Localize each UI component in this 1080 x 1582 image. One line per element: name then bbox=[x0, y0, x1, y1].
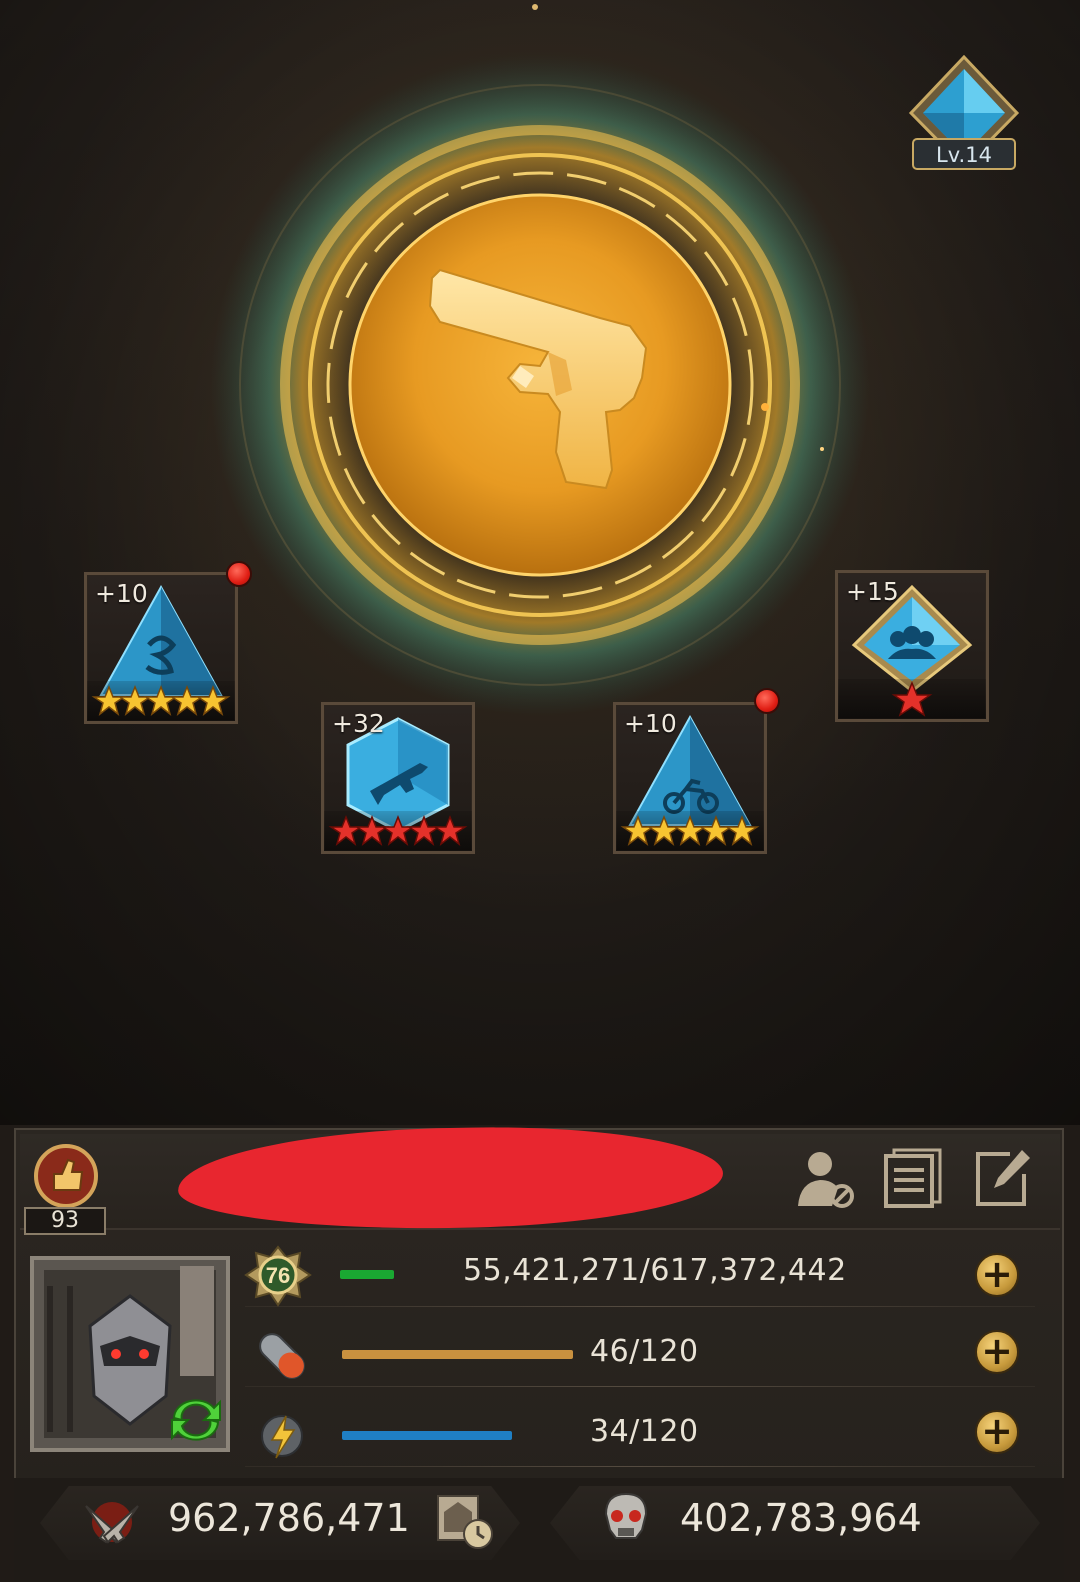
stamina-capsule-icon bbox=[252, 1326, 312, 1390]
crossed-pistols-icon bbox=[80, 1492, 144, 1556]
red-star-icon bbox=[380, 814, 416, 846]
gold-star-icon bbox=[672, 814, 708, 846]
add-stamina-button[interactable]: + bbox=[975, 1330, 1019, 1374]
star-row bbox=[838, 679, 986, 719]
row-divider bbox=[245, 1306, 1035, 1307]
slot-plus-label: +10 bbox=[624, 709, 677, 738]
gold-star-icon bbox=[724, 814, 760, 846]
gold-star-icon bbox=[620, 814, 656, 846]
star-row bbox=[324, 811, 472, 851]
red-star-icon bbox=[432, 814, 468, 846]
add-exp-button[interactable]: + bbox=[975, 1253, 1019, 1297]
notification-dot bbox=[754, 688, 780, 714]
gold-star-icon bbox=[646, 814, 682, 846]
gear-slot-2[interactable]: +32 bbox=[321, 702, 475, 854]
red-star-icon bbox=[891, 681, 933, 717]
row-divider bbox=[245, 1386, 1035, 1387]
block-user-icon[interactable] bbox=[792, 1146, 856, 1214]
spark bbox=[532, 4, 538, 10]
energy-bar bbox=[342, 1431, 512, 1440]
gear-slot-1[interactable]: +10 bbox=[84, 572, 238, 724]
slot-plus-label: +10 bbox=[95, 579, 148, 608]
list-icon[interactable] bbox=[880, 1146, 944, 1214]
slot-plus-label: +15 bbox=[846, 577, 899, 606]
gold-star-icon bbox=[169, 684, 205, 716]
stamina-bar bbox=[342, 1350, 573, 1359]
row-divider bbox=[245, 1466, 1035, 1467]
level-badge-label: Lv.14 bbox=[936, 143, 992, 167]
house-timer-icon[interactable] bbox=[432, 1488, 496, 1556]
refresh-icon[interactable] bbox=[164, 1394, 228, 1448]
gear-slot-4[interactable]: +15 bbox=[835, 570, 989, 722]
gold-star-icon bbox=[117, 684, 153, 716]
spark bbox=[820, 447, 824, 451]
gold-star-icon bbox=[698, 814, 734, 846]
like-count: 93 bbox=[24, 1207, 106, 1235]
gold-star-icon bbox=[195, 684, 231, 716]
thumbs-up-medal-icon[interactable] bbox=[26, 1140, 108, 1214]
edit-icon[interactable] bbox=[970, 1146, 1034, 1214]
notification-dot bbox=[226, 561, 252, 587]
star-row bbox=[616, 811, 764, 851]
skull-mask-icon bbox=[598, 1490, 654, 1550]
level-badge-icon: 76 bbox=[244, 1245, 312, 1313]
add-energy-button[interactable]: + bbox=[975, 1410, 1019, 1454]
slot-plus-label: +32 bbox=[332, 709, 385, 738]
resource-value-2: 402,783,964 bbox=[680, 1496, 922, 1540]
red-star-icon bbox=[406, 814, 442, 846]
level-number: 76 bbox=[266, 1263, 290, 1288]
red-star-icon bbox=[354, 814, 390, 846]
exp-bar bbox=[340, 1270, 394, 1279]
energy-bolt-icon bbox=[252, 1406, 312, 1470]
spark bbox=[761, 403, 769, 411]
exp-value: 55,421,271/617,372,442 bbox=[463, 1253, 847, 1288]
gear-slot-3[interactable]: +10 bbox=[613, 702, 767, 854]
gold-star-icon bbox=[143, 684, 179, 716]
resource-value-1: 962,786,471 bbox=[168, 1496, 410, 1540]
red-star-icon bbox=[328, 814, 364, 846]
gold-star-icon bbox=[91, 684, 127, 716]
energy-value: 34/120 bbox=[590, 1414, 699, 1449]
star-row bbox=[87, 681, 235, 721]
stamina-value: 46/120 bbox=[590, 1334, 699, 1369]
